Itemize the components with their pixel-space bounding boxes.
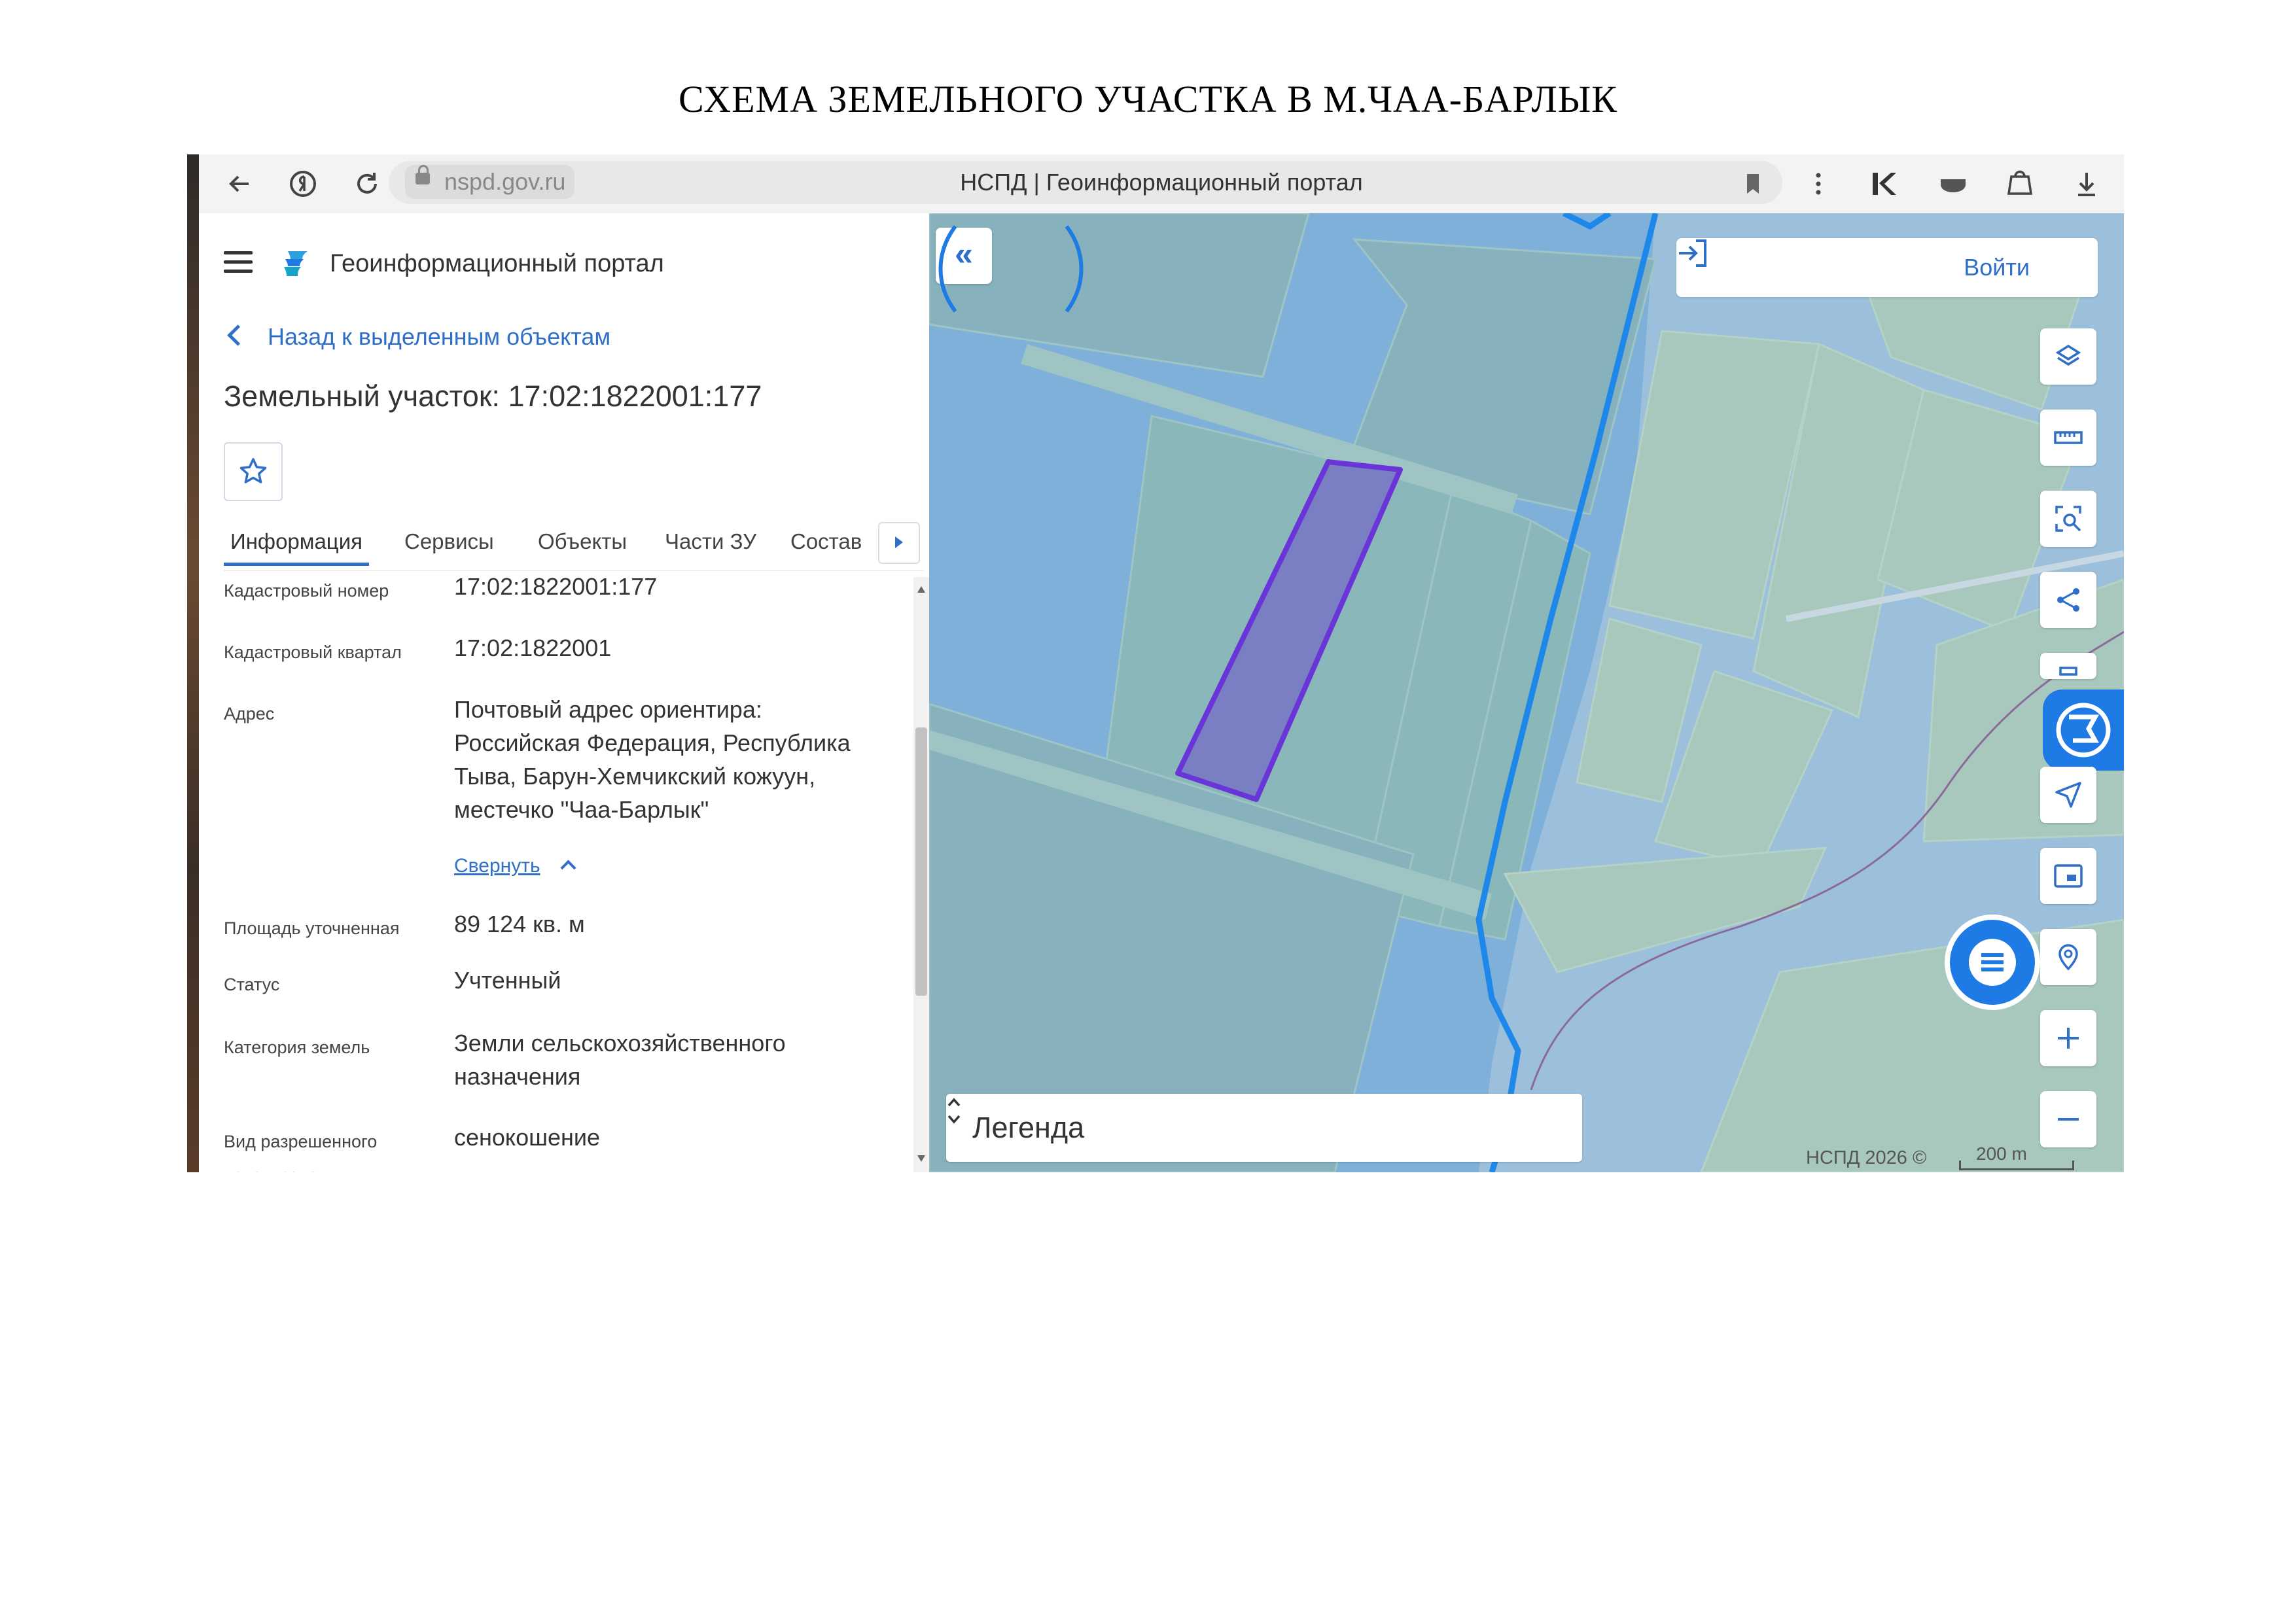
- print-button[interactable]: [2040, 653, 2096, 679]
- collapse-link[interactable]: Свернуть: [454, 850, 576, 882]
- legend-label: Легенда: [972, 1111, 1085, 1144]
- info-scrollbar[interactable]: [913, 577, 929, 1172]
- address-line-4: местечко "Чаа-Барлык": [454, 796, 709, 823]
- zoom-out-button[interactable]: [2040, 1091, 2096, 1147]
- permitted-use-value: сенокошение: [454, 1124, 601, 1151]
- download-icon[interactable]: [2070, 167, 2103, 200]
- login-button[interactable]: Войти: [1964, 253, 2030, 283]
- map-canvas[interactable]: [929, 213, 2124, 1172]
- layers-button[interactable]: [2040, 328, 2096, 385]
- navigate-button[interactable]: [2040, 767, 2096, 823]
- scale-bar: [1959, 1161, 2074, 1170]
- scroll-down-icon[interactable]: [917, 1155, 925, 1162]
- ruler-icon: [2054, 431, 2083, 444]
- extension-icon[interactable]: [1866, 167, 1899, 200]
- tab-parts[interactable]: Части ЗУ: [665, 521, 756, 563]
- zoom-in-button[interactable]: [2040, 1010, 2096, 1066]
- scroll-up-icon[interactable]: [917, 586, 925, 593]
- address-line-2: Российская Федерация, Республика: [454, 729, 851, 756]
- land-category-line-1: Земли сельскохозяйственного: [454, 1030, 786, 1056]
- layers-icon: [2055, 344, 2081, 366]
- left-edge-strip: [187, 154, 199, 1172]
- portal-name: Геоинформационный портал: [330, 250, 664, 277]
- browser-toolbar: nspd.gov.ru НСПД | Геоинформационный пор…: [199, 154, 2124, 214]
- sort-arrows-icon: [947, 1098, 961, 1124]
- favorite-button[interactable]: [224, 442, 283, 501]
- portal-logo-icon: [284, 251, 308, 276]
- print-icon: [2059, 667, 2077, 676]
- area-value: 89 124 кв. м: [454, 911, 585, 937]
- cadastral-number-label: Кадастровый номер: [224, 581, 389, 601]
- share-icon: [2057, 588, 2079, 612]
- cadastral-quarter-label: Кадастровый квартал: [224, 642, 402, 662]
- copyright: НСПД 2026 ©: [1806, 1147, 1927, 1168]
- ruler-button[interactable]: [2040, 410, 2096, 466]
- info-panel: Геоинформационный портал Назад к выделен…: [199, 213, 929, 1172]
- screenshot: nspd.gov.ru НСПД | Геоинформационный пор…: [187, 154, 2124, 1172]
- map-view[interactable]: « Войти Легенда НСПД 2026 © 200 m: [929, 213, 2124, 1172]
- status-value: Учтенный: [454, 967, 561, 994]
- minimap-icon: [2054, 864, 2083, 888]
- login-bar: Войти: [1676, 238, 2098, 297]
- star-icon: [239, 458, 267, 483]
- bookmark-icon[interactable]: [1737, 167, 1769, 200]
- object-title: Земельный участок: 17:02:1822001:177: [224, 379, 762, 413]
- cadastral-number-value: 17:02:1822001:177: [454, 577, 658, 600]
- address-line-1: Почтовый адрес ориентира:: [454, 696, 762, 723]
- gosuslugi-button[interactable]: [2043, 689, 2124, 771]
- chat-button[interactable]: [1950, 920, 2035, 1005]
- permitted-use-label-2: использования: [224, 1159, 347, 1172]
- chevron-left-icon: [227, 324, 249, 346]
- chat-ring-decoration: [938, 225, 1084, 313]
- navigate-icon: [2055, 782, 2081, 808]
- minimap-button[interactable]: [2040, 848, 2096, 904]
- feedback-icon: [2056, 703, 2111, 758]
- tab-services[interactable]: Сервисы: [404, 521, 494, 563]
- tab-information[interactable]: Информация: [224, 521, 369, 566]
- share-button[interactable]: [2040, 572, 2096, 628]
- login-icon[interactable]: [1676, 238, 1709, 268]
- address-label: Адрес: [224, 704, 275, 724]
- page-title: НСПД | Геоинформационный портал: [960, 169, 1363, 196]
- legend-dropdown[interactable]: Легенда: [946, 1094, 1582, 1162]
- location-search-icon: [2058, 944, 2078, 971]
- area-search-button[interactable]: [2040, 491, 2096, 547]
- cadastral-quarter-value: 17:02:1822001: [454, 635, 612, 661]
- bag-icon[interactable]: [2004, 167, 2036, 200]
- land-category-line-2: назначения: [454, 1063, 581, 1090]
- zoom-in-icon: [2058, 1028, 2079, 1049]
- chevron-up-icon: [560, 860, 576, 876]
- info-list: Кадастровый номер 17:02:1822001:177 Када…: [199, 577, 929, 1172]
- tab-objects[interactable]: Объекты: [538, 521, 627, 563]
- kebab-menu-icon[interactable]: [1802, 167, 1835, 200]
- land-category-label: Категория земель: [224, 1038, 370, 1057]
- area-search-icon: [2055, 506, 2081, 532]
- status-label: Статус: [224, 975, 280, 994]
- area-label: Площадь уточненная: [224, 918, 400, 938]
- location-search-button[interactable]: [2040, 929, 2096, 985]
- tabs-next-button[interactable]: [878, 522, 920, 564]
- address-line-3: Тыва, Барун-Хемчикский кожуун,: [454, 763, 816, 790]
- document-title: СХЕМА ЗЕМЕЛЬНОГО УЧАСТКА В М.ЧАА-БАРЛЫК: [679, 78, 1617, 120]
- tab-composition[interactable]: Состав: [790, 521, 862, 563]
- chat-icon: [1969, 939, 2016, 986]
- permitted-use-label-1: Вид разрешенного: [224, 1132, 378, 1151]
- shield-icon[interactable]: [1937, 167, 1969, 200]
- scroll-thumb[interactable]: [915, 727, 927, 996]
- back-to-selected-link[interactable]: Назад к выделенным объектам: [225, 321, 610, 353]
- tab-bar: Информация Сервисы Объекты Части ЗУ Сост…: [224, 521, 924, 571]
- menu-icon[interactable]: [224, 251, 253, 273]
- zoom-out-icon: [2058, 1118, 2079, 1121]
